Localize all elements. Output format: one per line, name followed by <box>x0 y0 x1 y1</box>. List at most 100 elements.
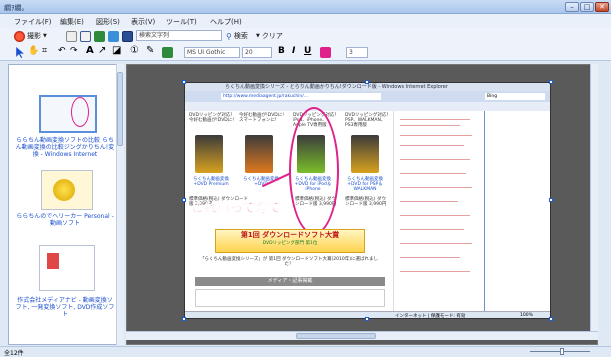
product-link-4: らくちん動画変換+DVD for PSP＆WALKMAN <box>347 177 383 192</box>
italic-button[interactable]: I <box>292 46 295 56</box>
search-button[interactable]: ⚲ 検索 <box>226 30 248 42</box>
footer-text: 「らくちん動画変換シリーズ」が 第1回 ダウンロードソフト大賞(2010年)に選… <box>200 257 378 267</box>
product-desc-4: DVDリッピング対応！PSP、WALKMAN、PS3専用版 <box>345 113 391 128</box>
canvas-vertical-scrollbar[interactable] <box>590 64 598 334</box>
line-width-input[interactable]: 3 <box>346 47 368 58</box>
resize-handle[interactable] <box>549 198 553 202</box>
award-banner: 第1回 ダウンロードソフト大賞 DVDリッピング部門 第1位 <box>215 229 365 253</box>
search-label: 検索 <box>233 32 248 40</box>
color-picker-icon[interactable] <box>320 47 331 58</box>
product-box-4 <box>351 135 379 173</box>
menu-file[interactable]: ファイル(F) <box>14 17 52 27</box>
zoom-slider-thumb[interactable] <box>560 348 564 355</box>
redo-icon[interactable]: ↷ <box>70 46 78 56</box>
drawing-toolbar: ✋ ⌗ ↶ ↷ A ↗ ◪ ① ✎ MS UI Gothic 20 B I U … <box>0 44 611 61</box>
mosaic-icon[interactable] <box>162 47 173 58</box>
arrow-tool-icon[interactable]: ↗ <box>98 45 106 56</box>
pen-tool-icon[interactable]: ✎ <box>146 45 154 56</box>
search-input[interactable]: 検索文字列 <box>136 30 222 41</box>
annotation-ellipse[interactable] <box>289 107 339 235</box>
thumb-annotation <box>71 97 89 127</box>
shape-tool-icon[interactable]: ◪ <box>112 45 121 56</box>
text-tool-icon[interactable]: A <box>86 45 94 56</box>
link-line <box>400 173 466 174</box>
cd-icon <box>53 179 75 201</box>
resize-handle[interactable] <box>182 198 186 202</box>
export-icon[interactable] <box>108 31 119 42</box>
thumbnail-caption-3: 作式会社メディアナビ - 動画変換ソフト, 一発変換ソフト, DVD作成ソフト <box>15 297 115 318</box>
captured-screenshot[interactable]: らくちん動画変換シリーズ - とらりん動画かりちん!ダウンロード版 - Wind… <box>184 82 551 319</box>
link-line <box>400 145 464 146</box>
thumbnail-caption-2: ららちんのでヘリーカー Personal - 動画ソフト <box>16 213 114 227</box>
font-family-select[interactable]: MS UI Gothic <box>184 47 240 58</box>
capture-button[interactable]: 撮影 ▼ <box>14 30 47 42</box>
annotation-text[interactable]: これ買ってきて <box>191 197 281 216</box>
ie-zoom: 100% <box>520 313 533 318</box>
resize-handle[interactable] <box>182 80 186 84</box>
mail-icon[interactable] <box>80 31 91 42</box>
ie-status-text: インターネット | 保護モード: 有効 <box>395 314 466 319</box>
product-desc-2: 今好む動画が!DVDに!スマートフォンに! <box>239 113 285 123</box>
ie-sidebar-links <box>393 111 550 311</box>
banner-sub: DVDリッピング部門 第1位 <box>262 241 318 246</box>
product-box-icon <box>47 253 59 269</box>
bold-button[interactable]: B <box>278 46 285 56</box>
minimize-button[interactable]: – <box>565 2 579 12</box>
link-line <box>400 215 470 216</box>
banner-main: 第1回 ダウンロードソフト大賞 <box>240 231 340 239</box>
resize-handle[interactable] <box>549 80 553 84</box>
excel-icon[interactable] <box>94 31 105 42</box>
ie-page-content: DVDリッピング対応！今好む動画が!DVDに! 今好む動画が!DVDに!スマート… <box>185 107 393 311</box>
menu-bar: ファイル(F) 編集(E) 図形(S) 表示(V) ツール(T) ヘルプ(H) <box>0 14 611 28</box>
product-box-1 <box>195 135 223 173</box>
ie-toolbar <box>185 102 550 111</box>
product-box-2 <box>245 135 273 173</box>
product-desc-1: DVDリッピング対応！今好む動画が!DVDに! <box>189 113 235 123</box>
title-bar: 繝ｦ繝｡ – □ ✕ <box>0 0 611 14</box>
select-arrow-icon[interactable] <box>16 47 24 58</box>
link-line <box>400 229 464 230</box>
hand-icon[interactable]: ✋ <box>28 46 39 56</box>
resize-handle[interactable] <box>365 80 369 84</box>
link-line <box>400 187 472 188</box>
underline-button[interactable]: U <box>304 46 311 56</box>
news-header: メディア・記事掲載 <box>195 277 385 286</box>
link-line <box>400 125 460 126</box>
link-line <box>400 159 470 160</box>
resize-handle[interactable] <box>549 317 553 321</box>
undo-icon[interactable]: ↶ <box>58 46 66 56</box>
window-title: 繝ｦ繝｡ <box>4 4 25 12</box>
stamp-tool-icon[interactable]: ① <box>130 45 139 56</box>
sidebar-scroll-thumb[interactable] <box>117 72 123 146</box>
link-line <box>400 201 458 202</box>
link-line <box>400 119 470 120</box>
ie-address-input: http://www.mediaagent.jp/rakuchin/... <box>221 93 381 100</box>
clear-label: クリア <box>261 32 283 40</box>
price-text-4: 標準価格(税込) ダウンロード版 3,990円 <box>345 197 387 207</box>
column-divider <box>484 111 485 311</box>
canvas-scroll-thumb[interactable] <box>296 333 376 339</box>
save-icon[interactable] <box>122 31 133 42</box>
ie-title: らくちん動画変換シリーズ - とらりん動画かりちん!ダウンロード版 - Wind… <box>185 83 550 91</box>
clear-button[interactable]: ▼ クリア <box>256 30 283 42</box>
canvas-horizontal-scrollbar[interactable] <box>126 331 598 340</box>
resize-handle[interactable] <box>182 317 186 321</box>
menu-tools[interactable]: ツール(T) <box>166 17 197 27</box>
print-icon[interactable] <box>66 31 77 42</box>
main-toolbar: 撮影 ▼ 検索文字列 ⚲ 検索 ▼ クリア <box>0 28 611 44</box>
record-icon <box>14 30 25 42</box>
menu-shape[interactable]: 図形(S) <box>96 17 120 27</box>
link-line <box>400 135 472 136</box>
crop-icon[interactable]: ⌗ <box>42 46 47 56</box>
menu-view[interactable]: 表示(V) <box>131 17 155 27</box>
capture-label: 撮影 <box>27 32 41 40</box>
status-bar: 全12件 <box>0 346 611 357</box>
resize-handle[interactable] <box>365 317 369 321</box>
maximize-button[interactable]: □ <box>580 2 594 12</box>
menu-edit[interactable]: 編集(E) <box>60 17 84 27</box>
thumbnail-caption-1: ららちん動画変換ソフトの比較 らちん動画変換の比較ジングかりちん!変換 - Wi… <box>15 137 115 158</box>
menu-help[interactable]: ヘルプ(H) <box>210 17 242 27</box>
font-size-select[interactable]: 20 <box>242 47 272 58</box>
close-button[interactable]: ✕ <box>595 2 609 12</box>
ie-search-input: Bing <box>485 93 545 100</box>
